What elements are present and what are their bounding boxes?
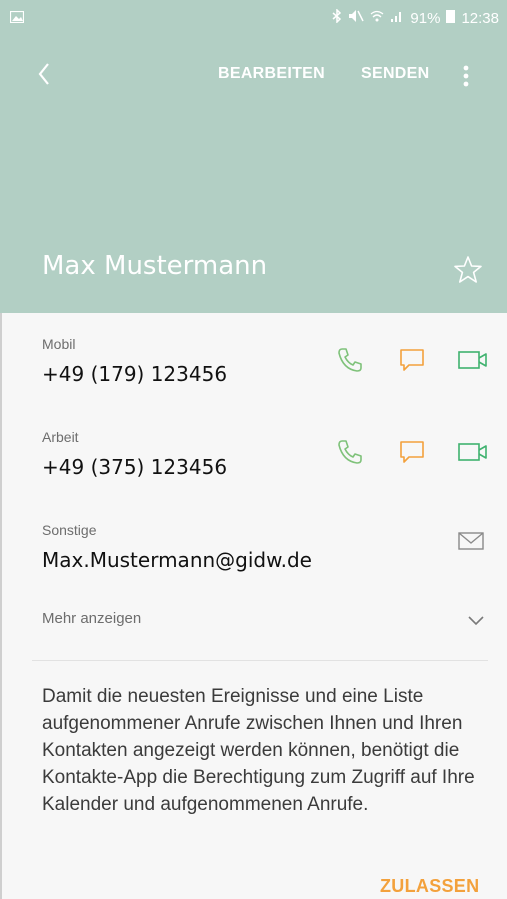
- battery-percent: 91%: [410, 9, 441, 27]
- back-button[interactable]: [30, 56, 66, 92]
- show-more-link[interactable]: Mehr anzeigen: [42, 610, 141, 627]
- gallery-notification-icon: [9, 10, 25, 27]
- entry-label: Sonstige: [42, 522, 97, 538]
- message-icon: [400, 441, 424, 463]
- permission-notice: Damit die neuesten Ereignisse und eine L…: [42, 686, 475, 815]
- message-work-button[interactable]: [397, 437, 427, 467]
- more-options-button[interactable]: [456, 62, 476, 90]
- phone-icon: [338, 440, 362, 464]
- contact-name: Max Mustermann: [42, 251, 268, 281]
- wifi-icon: [370, 9, 384, 27]
- phone-icon: [338, 348, 362, 372]
- entry-value: +49 (375) 123456: [42, 455, 228, 479]
- status-bar: 91% 12:38: [0, 0, 507, 34]
- back-arrow-icon: [38, 63, 49, 85]
- battery-icon: [446, 9, 456, 27]
- allow-button[interactable]: ZULASSEN: [380, 876, 479, 897]
- email-entry[interactable]: Sonstige Max.Mustermann@gidw.de: [42, 522, 312, 572]
- phone-entry-mobile[interactable]: Mobil +49 (179) 123456: [42, 336, 227, 386]
- chevron-down-icon: [468, 616, 484, 626]
- mail-icon: [458, 532, 484, 550]
- entry-value: +49 (179) 123456: [42, 362, 228, 386]
- star-icon: [454, 256, 482, 283]
- send-button[interactable]: SENDEN: [361, 65, 429, 83]
- contact-header: 91% 12:38 BEARBEITEN SENDEN Max Musterma…: [0, 0, 507, 313]
- entry-label: Arbeit: [42, 429, 79, 445]
- favorite-button[interactable]: [452, 254, 484, 286]
- mute-icon: [348, 9, 365, 27]
- video-call-mobile-button[interactable]: [457, 347, 487, 377]
- more-vert-icon: [463, 65, 469, 87]
- divider: [32, 660, 488, 661]
- expand-button[interactable]: [466, 612, 486, 628]
- edit-button[interactable]: BEARBEITEN: [218, 65, 325, 83]
- video-call-work-button[interactable]: [457, 439, 487, 469]
- send-email-button[interactable]: [456, 529, 486, 559]
- call-mobile-button[interactable]: [335, 345, 365, 375]
- bluetooth-icon: [332, 8, 342, 27]
- phone-entry-work[interactable]: Arbeit +49 (375) 123456: [42, 429, 227, 479]
- video-icon: [458, 443, 487, 461]
- signal-icon: [390, 9, 404, 27]
- entry-label: Mobil: [42, 336, 76, 352]
- clock: 12:38: [461, 9, 499, 27]
- entry-value: Max.Mustermann@gidw.de: [42, 548, 312, 572]
- message-mobile-button[interactable]: [397, 345, 427, 375]
- app-bar: BEARBEITEN SENDEN: [0, 50, 507, 98]
- video-icon: [458, 351, 487, 369]
- call-work-button[interactable]: [335, 437, 365, 467]
- message-icon: [400, 349, 424, 371]
- left-edge-line: [0, 313, 2, 899]
